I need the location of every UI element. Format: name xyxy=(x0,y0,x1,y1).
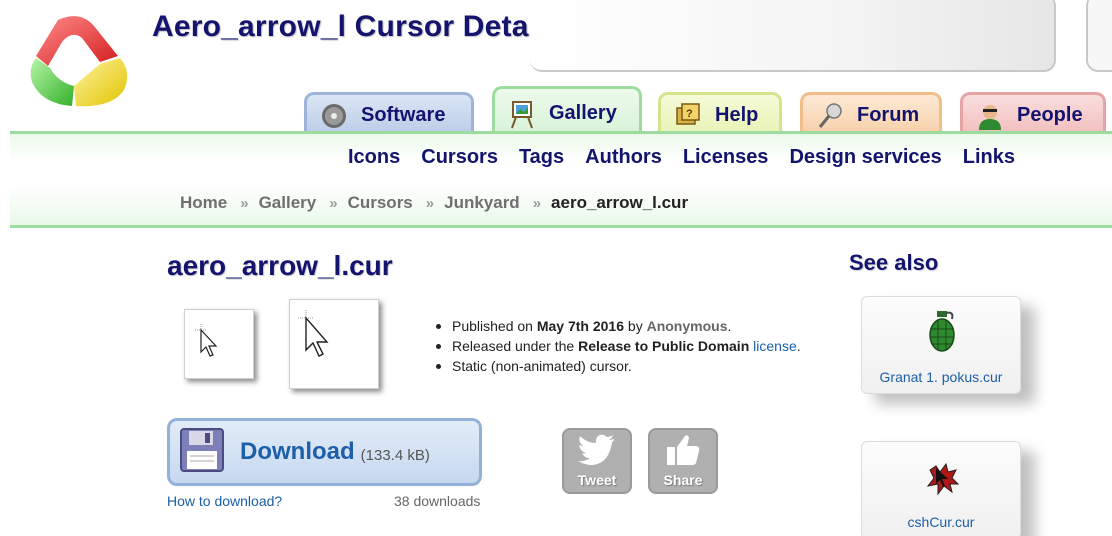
license-name: Release to Public Domain xyxy=(578,338,750,354)
download-button[interactable]: Download (133.4 kB) xyxy=(167,418,482,486)
breadcrumb-separator: » xyxy=(240,194,249,212)
tab-label: Help xyxy=(715,104,759,126)
related-cursor-name: Granat 1. pokus.cur xyxy=(879,369,1003,385)
person-icon xyxy=(975,101,1005,131)
breadcrumb-separator: » xyxy=(425,194,435,212)
nav-link-licenses[interactable]: Licenses xyxy=(683,146,769,169)
related-cursor-card[interactable]: cshCur.cur xyxy=(861,441,1021,536)
site-logo[interactable] xyxy=(28,12,132,112)
breadcrumb-separator: » xyxy=(329,194,338,212)
page-title: aero_arrow_l.cur xyxy=(167,250,393,281)
cursor-preview-small xyxy=(184,309,254,379)
tab-label: Gallery xyxy=(549,102,617,124)
published-info: Published on May 7th 2016 by Anonymous. xyxy=(432,316,801,336)
breadcrumb-cursors[interactable]: Cursors xyxy=(348,193,413,213)
tab-forum[interactable]: Forum xyxy=(800,92,942,136)
grenade-icon xyxy=(922,309,962,353)
download-size: (133.4 kB) xyxy=(360,446,430,464)
nav-link-cursors[interactable]: Cursors xyxy=(421,146,498,169)
help-icon: ? xyxy=(673,101,703,131)
twitter-bird-icon xyxy=(577,433,617,472)
svg-text:?: ? xyxy=(686,108,693,120)
easel-icon xyxy=(507,99,537,129)
disc-icon xyxy=(319,101,349,131)
breadcrumb-current: aero_arrow_l.cur xyxy=(551,193,689,212)
author-link[interactable]: Anonymous xyxy=(647,318,728,334)
static-text: Static (non-animated) cursor. xyxy=(452,358,632,374)
related-cursor-name: cshCur.cur xyxy=(907,514,975,530)
subnav: Icons Cursors Tags Authors Licenses Desi… xyxy=(348,146,1036,169)
header-decor-panel xyxy=(530,0,1056,72)
breadcrumb-gallery[interactable]: Gallery xyxy=(259,193,317,213)
breadcrumb-junkyard[interactable]: Junkyard xyxy=(444,193,520,213)
tab-label: Forum xyxy=(857,104,920,126)
tab-people[interactable]: People xyxy=(960,92,1106,136)
page-header-title: Aero_arrow_l Cursor Details xyxy=(152,10,563,43)
how-to-download-link[interactable]: How to download? xyxy=(167,493,282,509)
nav-link-design-services[interactable]: Design services xyxy=(789,146,941,169)
nav-link-tags[interactable]: Tags xyxy=(519,146,564,169)
see-also-title: See also xyxy=(849,250,939,275)
share-label: Share xyxy=(663,472,703,488)
tab-software[interactable]: Software xyxy=(304,92,474,136)
breadcrumb: Home » Gallery » Cursors » Junkyard » ae… xyxy=(180,193,688,213)
static-info: Static (non-animated) cursor. xyxy=(432,356,801,376)
nav-link-links[interactable]: Links xyxy=(963,146,1015,169)
microphone-icon xyxy=(815,101,845,131)
tab-help[interactable]: ? Help xyxy=(658,92,782,136)
released-prefix: Released under the xyxy=(452,338,579,354)
cursor-preview-large xyxy=(289,299,379,389)
breadcrumb-separator: » xyxy=(532,194,542,212)
download-count: 38 downloads xyxy=(394,493,481,509)
tab-label: People xyxy=(1017,104,1083,126)
tweet-button[interactable]: Tweet xyxy=(562,428,632,494)
nav-link-authors[interactable]: Authors xyxy=(585,146,662,169)
thumbs-up-icon xyxy=(663,433,703,472)
splat-cursor-icon xyxy=(922,454,962,498)
released-end: . xyxy=(796,338,801,354)
nav-link-icons[interactable]: Icons xyxy=(348,146,400,169)
floppy-disk-icon xyxy=(178,426,226,479)
download-label: Download xyxy=(240,438,355,465)
published-by: by xyxy=(624,318,647,334)
arrow-cursor-icon xyxy=(298,310,329,357)
arrow-cursor-icon xyxy=(195,324,218,357)
breadcrumb-home[interactable]: Home xyxy=(180,193,227,213)
license-info: Released under the Release to Public Dom… xyxy=(432,336,801,356)
license-link[interactable]: license xyxy=(753,338,797,354)
cursor-details-list: Published on May 7th 2016 by Anonymous. … xyxy=(432,316,801,376)
header-decor-panel-right xyxy=(1086,0,1112,72)
published-end: . xyxy=(727,318,732,334)
published-prefix: Published on xyxy=(452,318,537,334)
share-button[interactable]: Share xyxy=(648,428,718,494)
tab-label: Software xyxy=(361,104,446,126)
related-cursor-card[interactable]: Granat 1. pokus.cur xyxy=(861,296,1021,394)
published-date: May 7th 2016 xyxy=(536,318,625,334)
tweet-label: Tweet xyxy=(577,472,617,488)
